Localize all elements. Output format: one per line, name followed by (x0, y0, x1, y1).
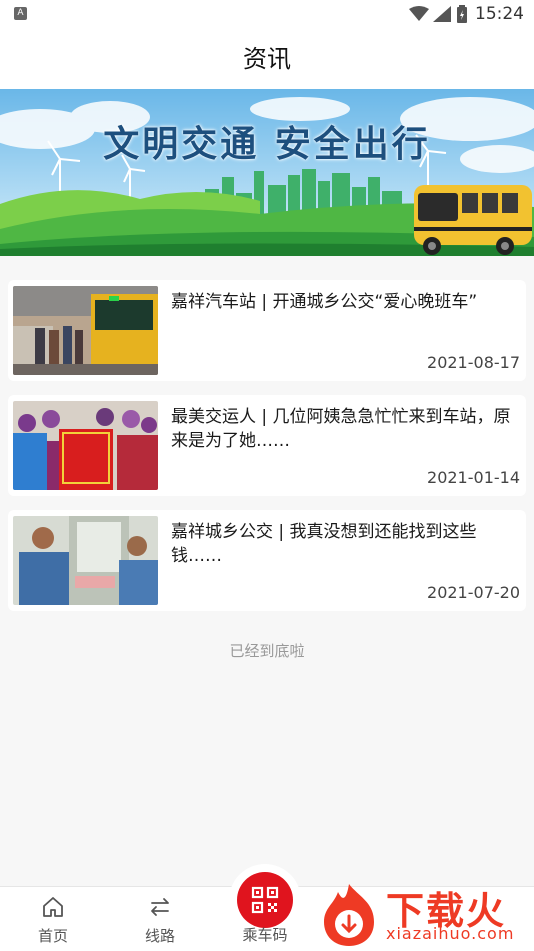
news-date: 2021-01-14 (427, 468, 520, 487)
watermark: 下载火 xiazaihuo.com (316, 880, 534, 950)
tab-routes-label: 线路 (144, 927, 175, 945)
list-end-text: 已经到底啦 (229, 642, 305, 660)
banner[interactable]: 文明交通 安全出行 (0, 89, 534, 256)
news-thumbnail (13, 401, 158, 490)
tab-ride-code-label: 乘车码 (242, 926, 288, 944)
banner-slogan: 文明交通 安全出行 (103, 123, 431, 165)
news-title: 嘉祥城乡公交 | 我真没想到还能找到这些钱…… (171, 522, 477, 566)
status-bar: A 15:24 (0, 0, 534, 28)
bus-graphic (414, 185, 532, 255)
news-list: 嘉祥汽车站 | 开通城乡公交“爱心晚班车” 2021-08-17 最美交运人 |… (8, 280, 526, 625)
home-icon (43, 897, 63, 917)
wifi-icon (409, 6, 429, 21)
news-date: 2021-07-20 (427, 583, 520, 602)
flame-logo-icon (324, 884, 374, 946)
qr-code-button-bg (237, 872, 293, 928)
clock: 15:24 (475, 4, 524, 24)
notification-a-icon: A (14, 7, 27, 20)
tab-home[interactable]: 首页 (8, 887, 98, 951)
tab-home-label: 首页 (37, 927, 68, 945)
news-card[interactable]: 最美交运人 | 几位阿姨急急忙忙来到车站，原来是为了她…… 2021-01-14 (8, 395, 526, 496)
news-title: 最美交运人 | 几位阿姨急急忙忙来到车站，原来是为了她…… (171, 407, 511, 451)
qr-code-icon (251, 886, 279, 914)
battery-icon (457, 5, 467, 23)
news-card[interactable]: 嘉祥城乡公交 | 我真没想到还能找到这些钱…… 2021-07-20 (8, 510, 526, 611)
news-title: 嘉祥汽车站 | 开通城乡公交“爱心晚班车” (171, 292, 478, 312)
page-title: 资讯 (0, 28, 534, 90)
tab-routes[interactable]: 线路 (115, 887, 205, 951)
signal-icon (433, 6, 451, 22)
news-date: 2021-08-17 (427, 353, 520, 372)
watermark-url: xiazaihuo.com (386, 924, 515, 943)
route-icon (151, 898, 169, 916)
status-bar-right: 15:24 (409, 3, 524, 25)
news-card[interactable]: 嘉祥汽车站 | 开通城乡公交“爱心晚班车” 2021-08-17 (8, 280, 526, 381)
news-thumbnail (13, 286, 158, 375)
news-thumbnail (13, 516, 158, 605)
